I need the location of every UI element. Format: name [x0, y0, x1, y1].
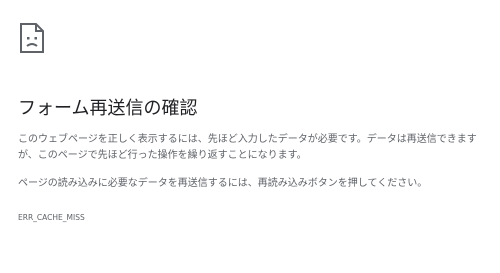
sad-document-icon — [18, 22, 46, 54]
error-suggestion: ページの読み込みに必要なデータを再送信するには、再読み込みボタンを押してください… — [18, 178, 428, 189]
error-code: ERR_CACHE_MISS — [18, 213, 85, 222]
page-title: フォーム再送信の確認 — [18, 98, 198, 120]
error-description: このウェブページを正しく表示するには、先ほど入力したデータが必要です。データは再… — [18, 134, 477, 161]
